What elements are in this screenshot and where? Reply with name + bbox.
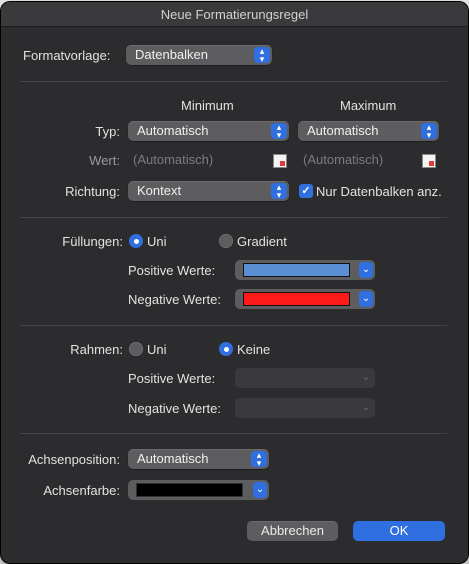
minimum-header: Minimum <box>181 98 234 113</box>
fill-negative-label: Negative Werte: <box>128 292 221 307</box>
border-positive-label: Positive Werte: <box>128 371 216 386</box>
type-max-popup[interactable]: Automatisch ▴ ▾ <box>298 121 439 141</box>
format-style-value: Datenbalken <box>135 47 208 62</box>
chevron-updown-icon: ▴ ▾ <box>271 123 287 140</box>
direction-popup[interactable]: Kontext ▴ ▾ <box>128 181 289 201</box>
chevron-down-icon: ⌄ <box>359 262 373 278</box>
chevron-updown-icon: ▴ ▾ <box>254 47 270 64</box>
fill-positive-label: Positive Werte: <box>128 263 216 278</box>
border-solid-radio[interactable] <box>129 342 143 356</box>
separator <box>20 81 447 82</box>
cancel-button[interactable]: Abbrechen <box>247 521 338 541</box>
value-min-field[interactable]: (Automatisch) <box>128 150 268 170</box>
show-bar-only-checkbox[interactable]: ✓ <box>299 184 313 198</box>
fill-negative-swatch <box>243 292 350 306</box>
fill-gradient-label: Gradient <box>237 234 287 249</box>
border-none-radio[interactable] <box>219 342 233 356</box>
type-min-popup[interactable]: Automatisch ▴ ▾ <box>128 121 289 141</box>
border-negative-label: Negative Werte: <box>128 401 221 416</box>
fill-gradient-radio[interactable] <box>219 234 233 248</box>
ok-button[interactable]: OK <box>353 521 445 541</box>
axis-color-label: Achsenfarbe: <box>43 483 120 498</box>
fill-label: Füllungen: <box>62 234 123 249</box>
chevron-down-icon: ⌄ <box>361 402 371 413</box>
axis-color-swatch <box>136 483 243 497</box>
axis-position-popup[interactable]: Automatisch ▴ ▾ <box>128 449 269 469</box>
chevron-updown-icon: ▴ ▾ <box>421 123 437 140</box>
format-style-popup[interactable]: Datenbalken ▴ ▾ <box>126 45 272 65</box>
fill-positive-color-well[interactable]: ⌄ <box>235 260 375 280</box>
type-label: Typ: <box>95 124 120 139</box>
chevron-updown-icon: ▴ ▾ <box>271 183 287 200</box>
show-bar-only-label: Nur Datenbalken anz. <box>316 184 442 199</box>
fill-solid-label: Uni <box>147 234 167 249</box>
dialog-title: Neue Formatierungsregel <box>1 2 468 27</box>
chevron-updown-icon: ▴ ▾ <box>251 451 267 468</box>
border-label: Rahmen: <box>70 342 123 357</box>
border-positive-color-well[interactable]: ⌄ <box>235 368 375 388</box>
type-min-value: Automatisch <box>137 123 209 138</box>
cell-picker-icon[interactable] <box>273 154 287 168</box>
type-max-value: Automatisch <box>307 123 379 138</box>
fill-solid-radio[interactable] <box>129 234 143 248</box>
fill-negative-color-well[interactable]: ⌄ <box>235 289 375 309</box>
new-formatting-rule-dialog: Neue Formatierungsregel Formatvorlage: D… <box>1 2 468 563</box>
format-style-label: Formatvorlage: <box>23 48 111 63</box>
fill-positive-swatch <box>243 263 350 277</box>
axis-color-well[interactable]: ⌄ <box>128 480 269 500</box>
maximum-header: Maximum <box>340 98 397 113</box>
chevron-down-icon: ⌄ <box>361 372 371 383</box>
cell-picker-icon[interactable] <box>422 154 436 168</box>
chevron-down-icon: ⌄ <box>359 291 373 307</box>
separator <box>20 217 447 218</box>
direction-value: Kontext <box>137 183 182 198</box>
value-max-field[interactable]: (Automatisch) <box>298 150 418 170</box>
axis-position-value: Automatisch <box>137 451 209 466</box>
chevron-down-icon: ⌄ <box>253 482 267 498</box>
border-solid-label: Uni <box>147 342 167 357</box>
border-negative-color-well[interactable]: ⌄ <box>235 398 375 418</box>
separator <box>20 433 447 434</box>
axis-position-label: Achsenposition: <box>28 452 120 467</box>
separator <box>20 325 447 326</box>
direction-label: Richtung: <box>65 184 120 199</box>
value-label: Wert: <box>89 153 120 168</box>
border-none-label: Keine <box>237 342 271 357</box>
